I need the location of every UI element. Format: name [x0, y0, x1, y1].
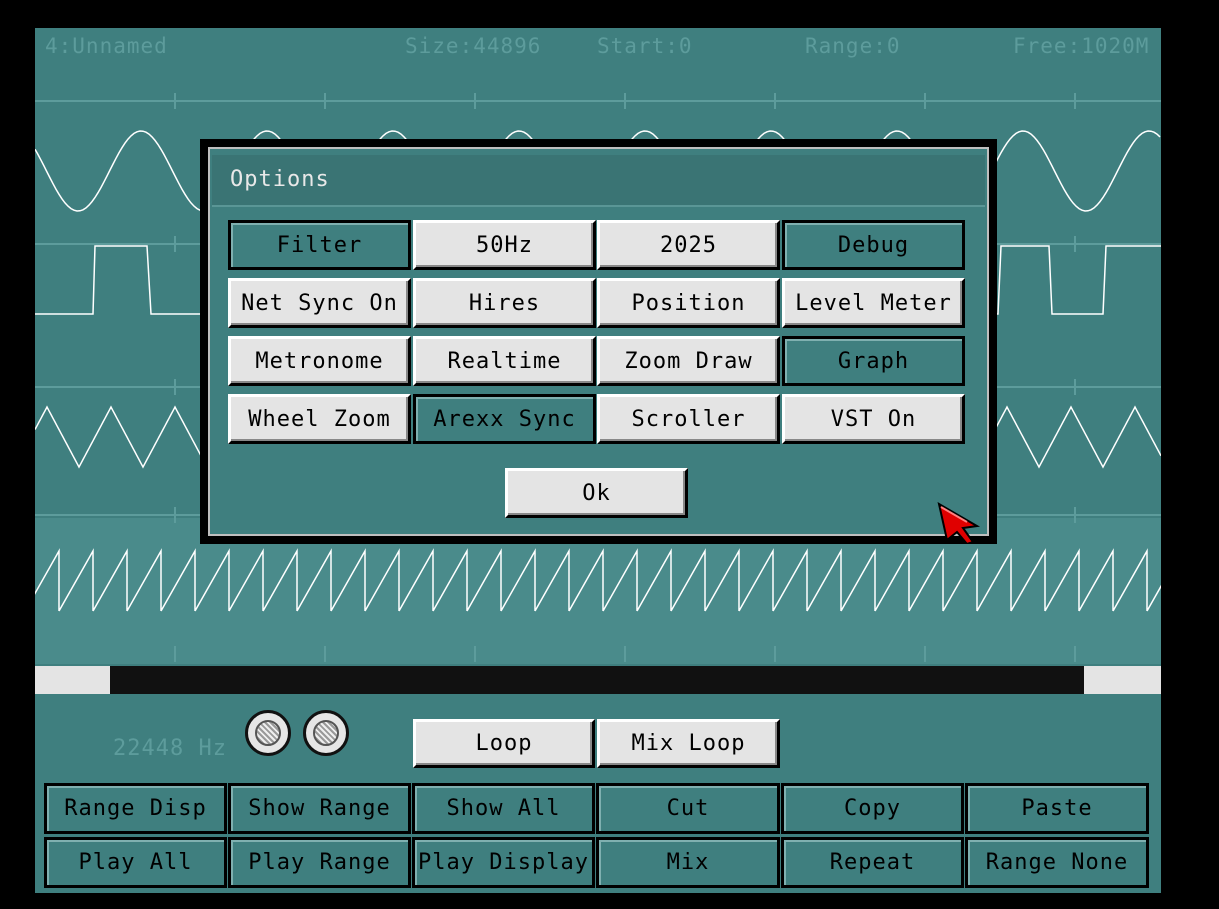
show-range-button[interactable]: Show Range [228, 783, 411, 834]
option-arexx-sync-toggle[interactable]: Arexx Sync [413, 394, 596, 444]
option-wheel-zoom-toggle[interactable]: Wheel Zoom [228, 394, 411, 444]
option-hires-toggle[interactable]: Hires [413, 278, 596, 328]
option-filter-toggle[interactable]: Filter [228, 220, 411, 270]
status-bar: 4:Unnamed Size:44896 Start:0 Range:0 Fre… [35, 28, 1161, 64]
options-dialog-body: Options Filter 50Hz 2025 Debug Net Sync On Hi… [208, 147, 989, 536]
mouse-pointer-icon [937, 502, 981, 544]
repeat-button[interactable]: Repeat [781, 837, 964, 888]
dialog-title: Options [230, 167, 330, 192]
option-scroller-toggle[interactable]: Scroller [597, 394, 780, 444]
play-range-button[interactable]: Play Range [228, 837, 411, 888]
waveform-scrollbar[interactable] [35, 666, 1161, 694]
sample-name: 4:Unnamed [45, 34, 168, 58]
option-realtime-toggle[interactable]: Realtime [413, 336, 596, 386]
option-2025-toggle[interactable]: 2025 [597, 220, 780, 270]
speed-knob[interactable] [303, 710, 349, 756]
mix-loop-toggle[interactable]: Mix Loop [597, 719, 780, 768]
play-display-button[interactable]: Play Display [412, 837, 595, 888]
knob-grip-icon [313, 720, 339, 746]
paste-button[interactable]: Paste [965, 783, 1149, 834]
copy-button[interactable]: Copy [781, 783, 964, 834]
show-all-button[interactable]: Show All [412, 783, 595, 834]
option-debug-toggle[interactable]: Debug [782, 220, 965, 270]
loop-toggle[interactable]: Loop [413, 719, 595, 768]
option-50hz-toggle[interactable]: 50Hz [413, 220, 596, 270]
range-start: Start:0 [597, 34, 693, 58]
control-panel: 22448 Hz Loop Mix Loop Range Disp Show R… [35, 696, 1161, 893]
range-none-button[interactable]: Range None [965, 837, 1149, 888]
options-dialog: Options Filter 50Hz 2025 Debug Net Sync On Hi… [200, 139, 997, 544]
play-all-button[interactable]: Play All [44, 837, 227, 888]
playback-frequency: 22448 Hz [113, 736, 227, 761]
mix-button[interactable]: Mix [596, 837, 780, 888]
option-metronome-toggle[interactable]: Metronome [228, 336, 411, 386]
ok-button[interactable]: Ok [505, 468, 688, 518]
range-disp-button[interactable]: Range Disp [44, 783, 227, 834]
option-vst-on-toggle[interactable]: VST On [782, 394, 965, 444]
sample-size: Size:44896 [405, 34, 542, 58]
volume-knob[interactable] [245, 710, 291, 756]
option-level-meter-toggle[interactable]: Level Meter [782, 278, 965, 328]
option-graph-toggle[interactable]: Graph [782, 336, 965, 386]
scrollbar-thumb[interactable] [110, 666, 1085, 694]
knob-grip-icon [255, 720, 281, 746]
option-net-sync-on-toggle[interactable]: Net Sync On [228, 278, 411, 328]
cut-button[interactable]: Cut [596, 783, 780, 834]
free-memory: Free:1020M [1013, 34, 1150, 58]
dialog-title-bar[interactable]: Options [212, 155, 985, 207]
range-length: Range:0 [805, 34, 901, 58]
option-position-toggle[interactable]: Position [597, 278, 780, 328]
option-zoom-draw-toggle[interactable]: Zoom Draw [597, 336, 780, 386]
